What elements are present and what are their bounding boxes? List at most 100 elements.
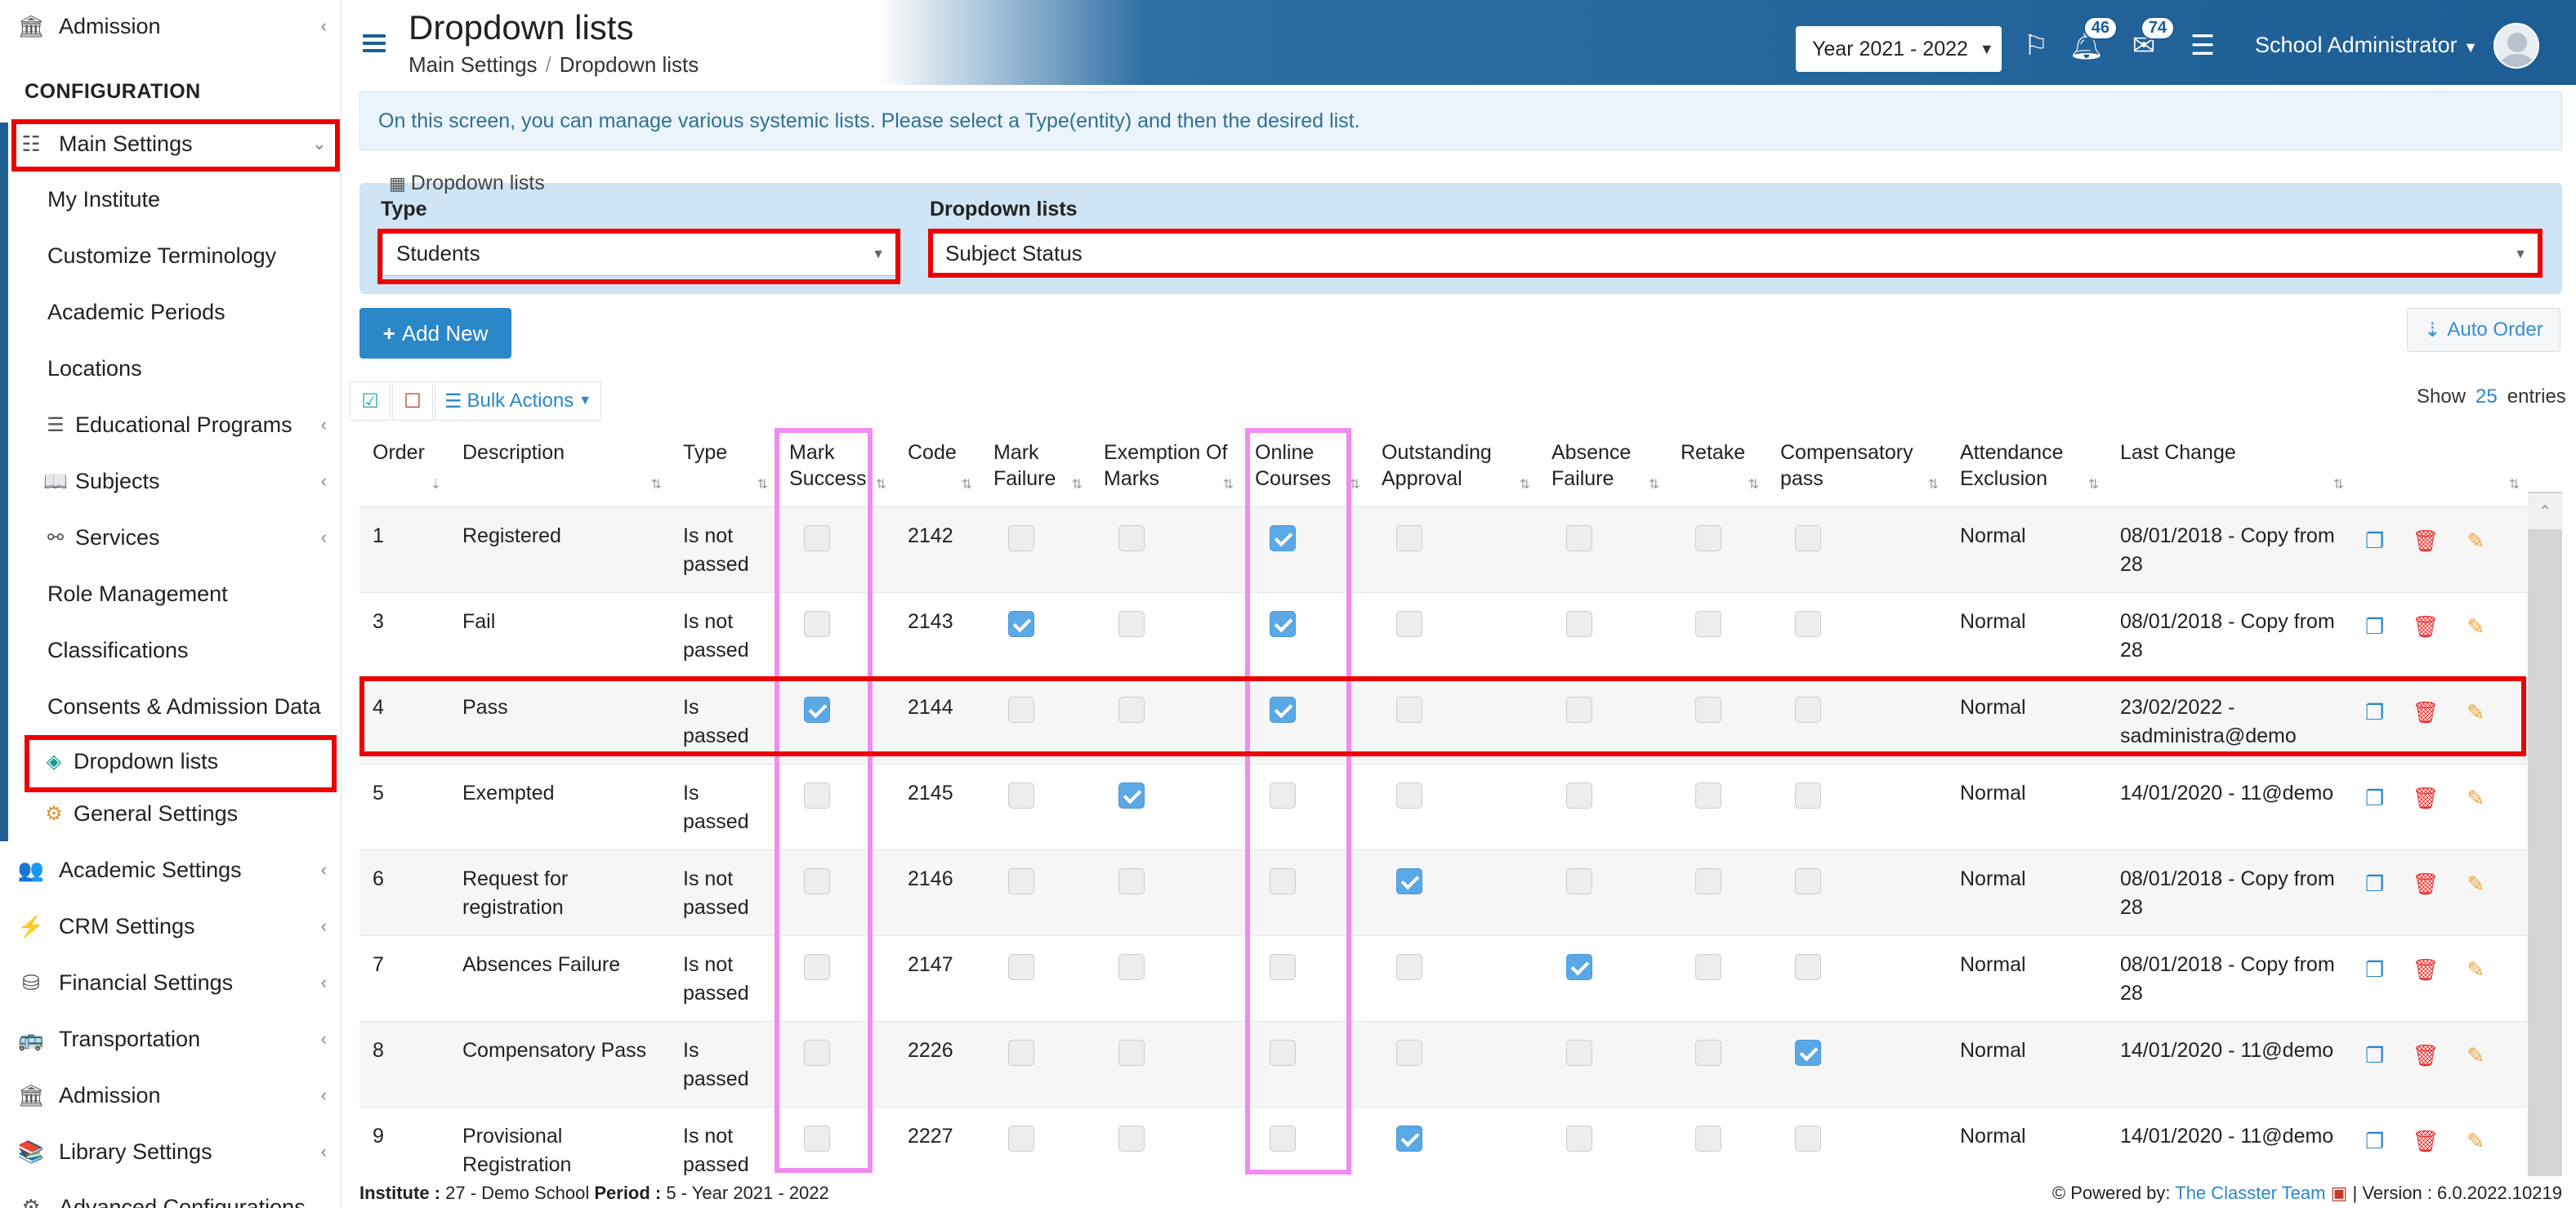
col-attendance-exclusion[interactable]: Attendance Exclusion ⇅	[1947, 428, 2107, 507]
absence-failure-checkbox[interactable]	[1566, 1125, 1592, 1152]
mark-success-checkbox[interactable]	[804, 524, 830, 551]
dropdown-lists-select[interactable]: Subject Status ▼	[931, 230, 2539, 276]
copy-icon[interactable]: ❐	[2365, 784, 2384, 813]
compensatory-pass-checkbox[interactable]	[1795, 1039, 1821, 1066]
copy-icon[interactable]: ❐	[2365, 870, 2384, 898]
sidebar-subitem-academic-periods[interactable]: Academic Periods	[0, 288, 341, 337]
trash-icon[interactable]: 🗑︎	[2412, 1127, 2439, 1156]
mark-failure-checkbox[interactable]	[1008, 1039, 1034, 1066]
mark-failure-checkbox[interactable]	[1008, 867, 1034, 894]
copy-icon[interactable]: ❐	[2365, 956, 2384, 984]
absence-failure-checkbox[interactable]	[1566, 953, 1592, 980]
mark-success-checkbox[interactable]	[804, 1039, 830, 1066]
table-row[interactable]: 3 Fail Is not passed 2143 Normal 08/01/2018 -…	[359, 592, 2528, 679]
outstanding-approval-checkbox[interactable]	[1396, 1039, 1422, 1066]
sidebar-subitem-role-management[interactable]: Role Management	[0, 569, 341, 618]
mark-failure-checkbox[interactable]	[1008, 610, 1034, 637]
pencil-icon[interactable]: ✎	[2467, 956, 2484, 984]
mark-success-checkbox[interactable]	[804, 953, 830, 980]
retake-checkbox[interactable]	[1695, 1125, 1721, 1152]
sidebar-subitem-my-institute[interactable]: My Institute	[0, 175, 341, 224]
deselect-all-button[interactable]: ☐	[392, 381, 433, 421]
sidebar-subitem-customize-terminology[interactable]: Customize Terminology	[0, 231, 341, 280]
flag-icon[interactable]: ⚐	[2018, 28, 2054, 64]
sidebar-subitem-subjects[interactable]: 📖 Subjects ‹	[0, 457, 341, 506]
pencil-icon[interactable]: ✎	[2467, 527, 2484, 555]
table-row[interactable]: 5 Exempted Is passed 2145 Normal 14/01/2020 -…	[359, 764, 2528, 850]
table-row[interactable]: 9 Provisional Registration Is not passed 22…	[359, 1107, 2528, 1176]
outstanding-approval-checkbox[interactable]	[1396, 867, 1422, 894]
bell-icon[interactable]: 🔔︎ 46	[2069, 16, 2118, 64]
mark-success-checkbox[interactable]	[804, 782, 830, 809]
outstanding-approval-checkbox[interactable]	[1396, 953, 1422, 980]
retake-checkbox[interactable]	[1695, 782, 1721, 809]
trash-icon[interactable]: 🗑︎	[2412, 784, 2439, 813]
sidebar-item-transportation[interactable]: 🚌 Transportation ‹	[0, 1014, 341, 1063]
absence-failure-checkbox[interactable]	[1566, 610, 1592, 637]
sidebar-subitem-locations[interactable]: Locations	[0, 344, 341, 393]
retake-checkbox[interactable]	[1695, 1039, 1721, 1066]
table-row[interactable]: 4 Pass Is passed 2144 Normal 23/02/2022 - sad…	[359, 678, 2528, 764]
mark-failure-checkbox[interactable]	[1008, 696, 1034, 723]
sidebar-item-advanced-configurations[interactable]: ⚙ Advanced Configurations	[0, 1183, 341, 1208]
auto-order-button[interactable]: ⇣ Auto Order	[2407, 308, 2560, 352]
sidebar-item-crm-settings[interactable]: ⚡ CRM Settings ‹	[0, 902, 341, 951]
mark-failure-checkbox[interactable]	[1008, 782, 1034, 809]
sidebar-item-admission-top[interactable]: 🏛 Admission ‹	[0, 2, 341, 51]
copy-icon[interactable]: ❐	[2365, 1127, 2384, 1156]
outstanding-approval-checkbox[interactable]	[1396, 782, 1422, 809]
add-new-button[interactable]: + Add New	[359, 308, 511, 359]
mark-success-checkbox[interactable]	[804, 610, 830, 637]
retake-checkbox[interactable]	[1695, 524, 1721, 551]
sidebar-item-academic-settings[interactable]: 👥 Academic Settings ‹	[0, 845, 341, 894]
user-menu[interactable]: School Administrator ▼	[2255, 33, 2478, 58]
exemption-checkbox[interactable]	[1118, 1039, 1145, 1066]
sidebar-subitem-classifications[interactable]: Classifications	[0, 626, 341, 675]
exemption-checkbox[interactable]	[1118, 953, 1145, 980]
table-row[interactable]: 1 Registered Is not passed 2142 Normal 08/01/…	[359, 506, 2528, 593]
pencil-icon[interactable]: ✎	[2467, 784, 2484, 813]
trash-icon[interactable]: 🗑︎	[2412, 956, 2439, 984]
type-select[interactable]: Students ▼	[382, 230, 897, 276]
retake-checkbox[interactable]	[1695, 610, 1721, 637]
footer-powered-link[interactable]: The Classter Team	[2175, 1183, 2325, 1203]
trash-icon[interactable]: 🗑︎	[2412, 698, 2439, 727]
col-mark-success[interactable]: Mark Success ⇅	[776, 428, 895, 507]
sidebar-subitem-services[interactable]: ⚯ Services ‹	[0, 513, 341, 562]
online-courses-checkbox[interactable]	[1270, 610, 1296, 637]
pencil-icon[interactable]: ✎	[2467, 698, 2484, 727]
col-exemption-of-marks[interactable]: Exemption Of Marks ⇅	[1091, 428, 1242, 507]
col-compensatory-pass[interactable]: Compensatory pass ⇅	[1767, 428, 1947, 507]
scroll-up-arrow-icon[interactable]: ⌃	[2528, 493, 2562, 529]
copy-icon[interactable]: ❐	[2365, 1041, 2384, 1070]
table-row[interactable]: 6 Request for registration Is not passed 21…	[359, 849, 2528, 936]
outstanding-approval-checkbox[interactable]	[1396, 1125, 1422, 1152]
absence-failure-checkbox[interactable]	[1566, 782, 1592, 809]
mark-failure-checkbox[interactable]	[1008, 1125, 1034, 1152]
sidebar-subitem-dropdown-lists[interactable]: ◈ Dropdown lists	[0, 737, 341, 786]
compensatory-pass-checkbox[interactable]	[1795, 1125, 1821, 1152]
trash-icon[interactable]: 🗑︎	[2412, 870, 2439, 898]
col-outstanding-approval[interactable]: Outstanding Approval ⇅	[1368, 428, 1538, 507]
copy-icon[interactable]: ❐	[2365, 613, 2384, 641]
compensatory-pass-checkbox[interactable]	[1795, 953, 1821, 980]
exemption-checkbox[interactable]	[1118, 696, 1145, 723]
mark-failure-checkbox[interactable]	[1008, 524, 1034, 551]
breadcrumb-main-settings[interactable]: Main Settings	[408, 52, 538, 77]
copy-icon[interactable]: ❐	[2365, 698, 2384, 727]
avatar[interactable]	[2493, 23, 2539, 69]
sidebar-subitem-consents[interactable]: Consents & Admission Data	[0, 682, 341, 731]
pencil-icon[interactable]: ✎	[2467, 613, 2484, 641]
exemption-checkbox[interactable]	[1118, 1125, 1145, 1152]
outstanding-approval-checkbox[interactable]	[1396, 610, 1422, 637]
sidebar-item-main-settings[interactable]: ☷ Main Settings ⌄	[0, 119, 341, 168]
mark-success-checkbox[interactable]	[804, 696, 830, 723]
entries-select[interactable]: 25	[2476, 386, 2498, 408]
absence-failure-checkbox[interactable]	[1566, 1039, 1592, 1066]
compensatory-pass-checkbox[interactable]	[1795, 524, 1821, 551]
sidebar-subitem-educational-programs[interactable]: ☰ Educational Programs ‹	[0, 400, 341, 449]
retake-checkbox[interactable]	[1695, 696, 1721, 723]
mark-failure-checkbox[interactable]	[1008, 953, 1034, 980]
compensatory-pass-checkbox[interactable]	[1795, 782, 1821, 809]
pencil-icon[interactable]: ✎	[2467, 1127, 2484, 1156]
